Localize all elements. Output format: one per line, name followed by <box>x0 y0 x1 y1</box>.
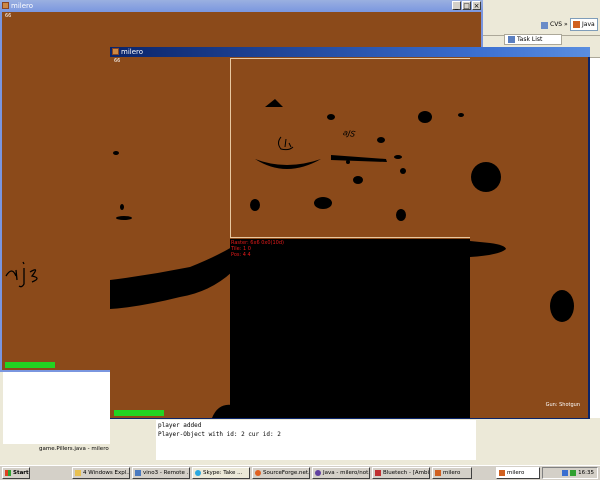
taskbar-item[interactable]: Java - milero/not... <box>312 467 370 479</box>
taskbar-item[interactable]: 4 Windows Expl... <box>72 467 130 479</box>
tray-icon[interactable] <box>570 470 577 476</box>
taskbar-item[interactable]: Bluetech - [Ambie... <box>372 467 430 479</box>
system-tray: 16:35 <box>542 467 598 479</box>
java-label: Java <box>582 21 595 28</box>
gun-label: Gun: Shotgun <box>545 402 580 408</box>
front-canvas-right[interactable]: Gun: Shotgun <box>470 57 588 418</box>
back-health-bar <box>5 362 55 368</box>
map-viewport: aJS <box>230 58 472 238</box>
front-window-titlebar[interactable]: milero <box>110 47 480 57</box>
java-icon <box>435 470 441 476</box>
task-list-label: Task List <box>517 36 543 43</box>
app-icon <box>2 2 9 9</box>
tray-icon[interactable] <box>562 470 569 476</box>
front-health-bar <box>114 410 164 416</box>
debug-line: Pos: 4 4 <box>231 252 251 258</box>
remote-icon <box>135 470 141 476</box>
back-window-title: milero <box>11 2 34 10</box>
quick-launch <box>32 467 70 479</box>
taskbar-item-label: Bluetech - [Ambie... <box>383 469 429 476</box>
front-graffiti-text: aJS <box>342 127 357 140</box>
taskbar-item[interactable]: milero <box>432 467 472 479</box>
windows-logo-icon <box>5 470 11 476</box>
front-game-canvas[interactable]: 66 aJS Raster: 6x6 0x0(10d) Tile: 1 0 Po… <box>110 57 480 418</box>
debug-info: Raster: 6x6 0x0(10d) Tile: 1 0 Pos: 4 4 <box>231 240 284 258</box>
map-shapes <box>250 99 464 221</box>
taskbar-item-label: 4 Windows Expl... <box>83 469 130 476</box>
browser-icon <box>255 470 261 476</box>
minimize-button[interactable]: _ <box>452 1 461 10</box>
clock[interactable]: 16:35 <box>578 470 594 476</box>
start-label: Start <box>13 469 29 476</box>
console-line: Player-Object with id: 2 cur id: 2 <box>158 431 281 438</box>
right-canvas-shapes <box>470 162 574 322</box>
back-health-fill <box>5 362 55 368</box>
console-panel: player added Player-Object with id: 2 cu… <box>110 418 480 465</box>
cvs-icon <box>541 21 548 29</box>
task-list-icon <box>508 36 515 43</box>
front-health-fill <box>114 410 164 416</box>
editor-white-area <box>3 372 110 444</box>
left-terrain <box>110 151 232 309</box>
console-output[interactable]: player added Player-Object with id: 2 cu… <box>156 420 476 460</box>
front-window-right-extension: Gun: Shotgun <box>470 47 590 419</box>
cvs-perspective-button[interactable]: CVS » <box>541 19 568 31</box>
back-window-controls: _ □ × <box>452 1 481 10</box>
eclipse-lower-panel: game.Pillers.java - milero <box>0 372 110 465</box>
back-fps-counter: 66 <box>5 13 12 19</box>
editor-tab-label: game.Pillers.java - milero <box>39 446 109 452</box>
back-window-titlebar[interactable]: milero _ □ × <box>0 0 483 12</box>
close-button[interactable]: × <box>472 1 481 10</box>
cvs-label: CVS » <box>550 21 568 28</box>
back-graffiti-drawing <box>5 261 38 288</box>
console-line: player added <box>158 422 202 429</box>
folder-icon <box>75 470 81 476</box>
java-perspective-button[interactable]: Java <box>570 18 598 31</box>
taskbar: Start 4 Windows Expl... vino3 - Remote .… <box>0 465 600 480</box>
java-icon <box>573 21 580 28</box>
taskbar-item-label: SourceForge.net... <box>263 469 310 476</box>
tray-app-label: milero <box>507 469 525 476</box>
start-button[interactable]: Start <box>2 467 30 479</box>
front-window-titlebar-right <box>470 47 590 57</box>
taskbar-item-label: vino3 - Remote ... <box>143 469 190 476</box>
taskbar-item[interactable]: vino3 - Remote ... <box>132 467 190 479</box>
taskbar-item[interactable]: SourceForge.net... <box>252 467 310 479</box>
shadow-edge <box>212 404 232 418</box>
tray-app-button[interactable]: milero <box>496 467 540 479</box>
taskbar-item-label: Skype: Take ... <box>203 469 243 476</box>
java-icon <box>499 470 505 476</box>
taskbar-item-label: Java - milero/not... <box>323 469 370 476</box>
front-game-window: milero 66 aJS Raster: 6x6 0x0(10d) Tile:… <box>110 47 480 419</box>
skype-icon <box>195 470 201 476</box>
taskbar-item-label: milero <box>443 469 461 476</box>
app-icon <box>112 48 119 55</box>
maximize-button[interactable]: □ <box>462 1 471 10</box>
front-window-title: milero <box>121 48 144 56</box>
eclipse-icon <box>315 470 321 476</box>
taskbar-item[interactable]: Skype: Take ... <box>192 467 250 479</box>
app-icon <box>375 470 381 476</box>
shadow-region <box>230 239 472 418</box>
